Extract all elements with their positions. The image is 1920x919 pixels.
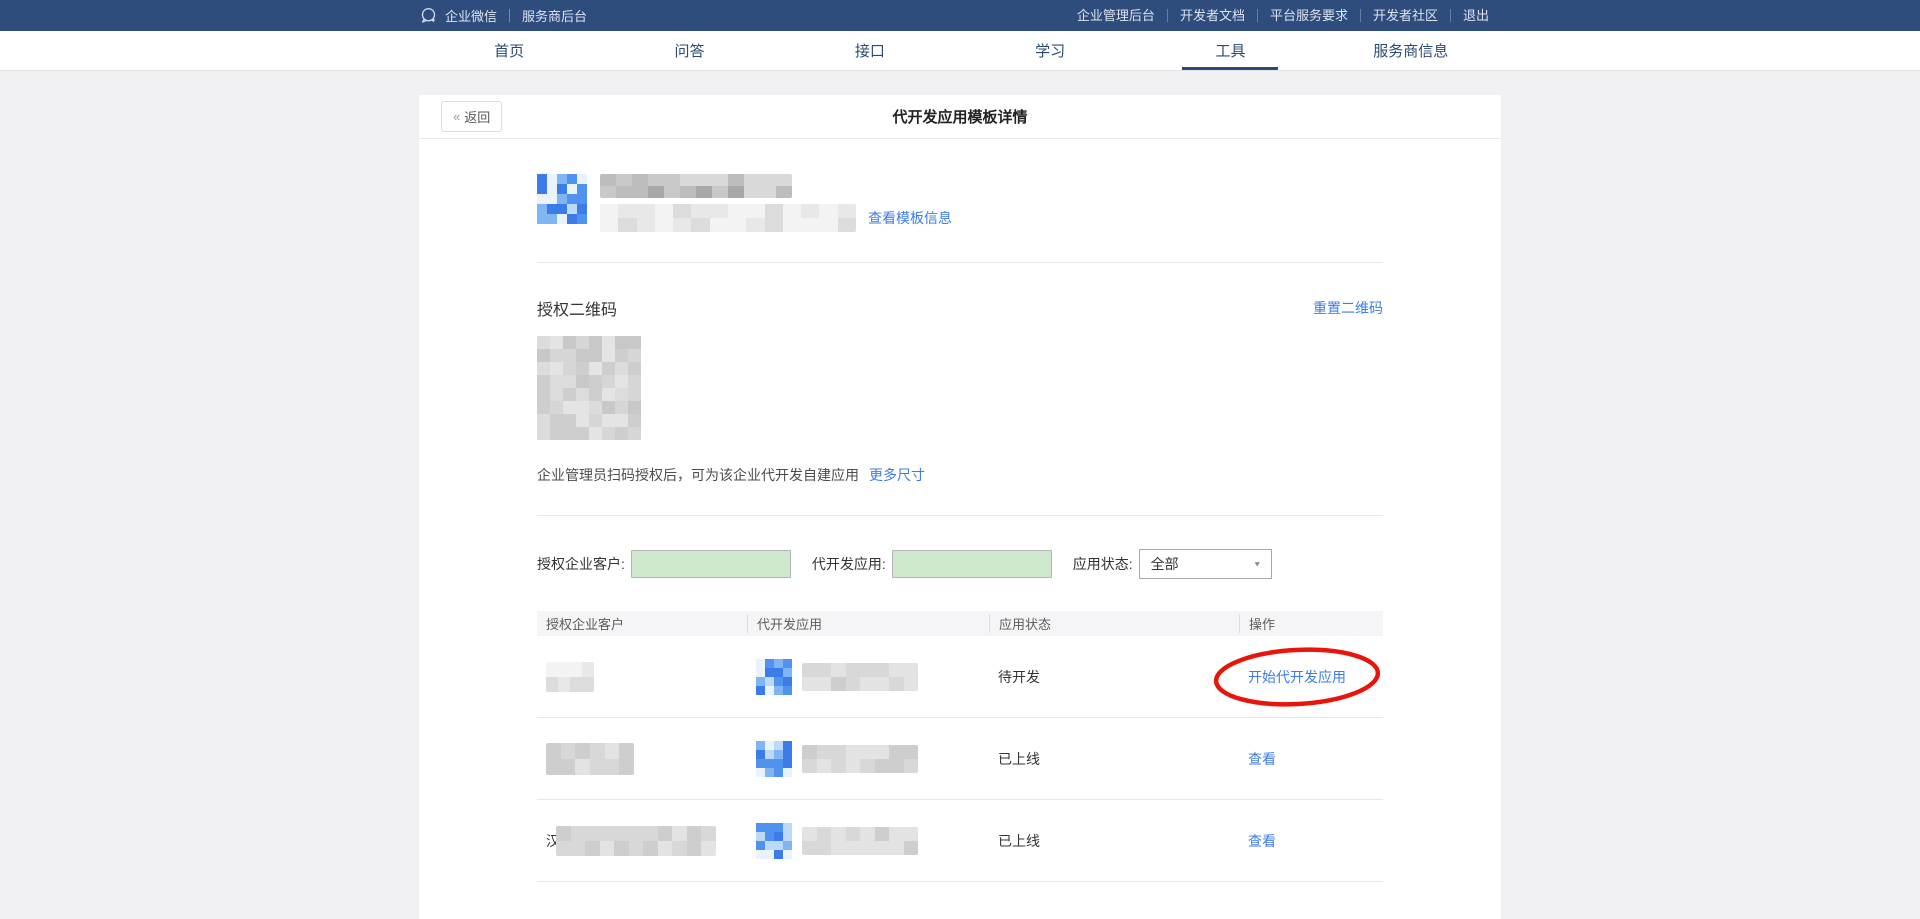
- topbar: 企业微信 服务商后台 企业管理后台 开发者文档 平台服务要求 开发者社区 退出: [0, 0, 1920, 31]
- app-icon: [756, 823, 792, 859]
- tab-provider-info[interactable]: 服务商信息: [1321, 31, 1501, 70]
- col-header-app: 代开发应用: [747, 614, 989, 633]
- tab-tools[interactable]: 工具: [1140, 31, 1320, 70]
- back-chevron-icon: «: [453, 109, 460, 124]
- redacted-template-description: [600, 204, 856, 232]
- status-select-value: 全部: [1151, 554, 1179, 574]
- redacted-app-name: [802, 827, 918, 855]
- redacted-app-name: [802, 663, 918, 691]
- topmenu-developer-community[interactable]: 开发者社区: [1360, 9, 1450, 22]
- tab-learn[interactable]: 学习: [960, 31, 1140, 70]
- redacted-customer-name: [546, 743, 634, 775]
- page-title: 代开发应用模板详情: [892, 106, 1027, 127]
- brand-product: 企业微信: [445, 6, 497, 25]
- tab-api[interactable]: 接口: [780, 31, 960, 70]
- customer-filter-input[interactable]: [631, 550, 791, 578]
- col-header-action: 操作: [1239, 614, 1383, 633]
- reset-qr-link[interactable]: 重置二维码: [1313, 298, 1383, 318]
- status-filter-label: 应用状态:: [1073, 554, 1133, 574]
- status-text: 已上线: [998, 831, 1040, 851]
- table-row: 汉 已上线 查看: [537, 800, 1383, 882]
- apps-table: 授权企业客户 代开发应用 应用状态 操作 待开发: [537, 611, 1383, 882]
- redacted-app-name: [802, 745, 918, 773]
- view-template-info-link[interactable]: 查看模板信息: [868, 208, 952, 228]
- wecom-bubble-icon: [419, 6, 438, 25]
- app-filter-input[interactable]: [892, 550, 1052, 578]
- section-divider: [537, 515, 1383, 516]
- template-info-section: 查看模板信息: [537, 174, 1383, 232]
- tab-home[interactable]: 首页: [419, 31, 599, 70]
- more-sizes-link[interactable]: 更多尺寸: [869, 465, 925, 485]
- status-text: 已上线: [998, 749, 1040, 769]
- authorization-qr-code: [537, 336, 641, 440]
- qr-caption-text: 企业管理员扫码授权后，可为该企业代开发自建应用: [537, 465, 859, 485]
- start-develop-link[interactable]: 开始代开发应用: [1248, 669, 1346, 685]
- tab-qa[interactable]: 问答: [599, 31, 779, 70]
- card-header: « 返回 代开发应用模板详情: [419, 95, 1501, 139]
- topmenu-platform-requirements[interactable]: 平台服务要求: [1257, 9, 1360, 22]
- brand-portal: 服务商后台: [522, 6, 587, 25]
- detail-card: « 返回 代开发应用模板详情 查看模板信息 授权二维码: [419, 95, 1501, 919]
- redacted-template-name: [600, 174, 792, 198]
- redacted-customer-name: [546, 662, 594, 692]
- app-icon: [756, 741, 792, 777]
- section-divider: [537, 262, 1383, 263]
- table-row: 待开发 开始代开发应用: [537, 636, 1383, 718]
- chevron-down-icon: ▼: [1253, 560, 1262, 569]
- topmenu-logout[interactable]: 退出: [1450, 9, 1501, 22]
- app-icon: [756, 659, 792, 695]
- app-filter-label: 代开发应用:: [812, 554, 886, 574]
- status-text: 待开发: [998, 667, 1040, 687]
- topbar-menu: 企业管理后台 开发者文档 平台服务要求 开发者社区 退出: [1065, 9, 1501, 22]
- back-label: 返回: [464, 107, 490, 126]
- status-select[interactable]: 全部 ▼: [1139, 549, 1272, 579]
- table-row: 已上线 查看: [537, 718, 1383, 800]
- redacted-customer-name: [556, 826, 716, 856]
- main-nav: 首页 问答 接口 学习 工具 服务商信息: [0, 31, 1920, 71]
- customer-filter-label: 授权企业客户:: [537, 554, 625, 574]
- col-header-status: 应用状态: [989, 614, 1239, 633]
- filter-bar: 授权企业客户: 代开发应用: 应用状态: 全部 ▼: [537, 549, 1383, 579]
- template-app-icon: [537, 174, 587, 224]
- topmenu-enterprise-admin[interactable]: 企业管理后台: [1065, 9, 1167, 22]
- brand-divider: [509, 9, 510, 22]
- qr-section-title: 授权二维码: [537, 296, 617, 320]
- view-link[interactable]: 查看: [1248, 831, 1276, 851]
- topmenu-developer-docs[interactable]: 开发者文档: [1167, 9, 1257, 22]
- col-header-customer: 授权企业客户: [537, 614, 747, 633]
- brand: 企业微信 服务商后台: [419, 6, 587, 25]
- back-button[interactable]: « 返回: [441, 101, 502, 132]
- view-link[interactable]: 查看: [1248, 749, 1276, 769]
- table-header-row: 授权企业客户 代开发应用 应用状态 操作: [537, 611, 1383, 636]
